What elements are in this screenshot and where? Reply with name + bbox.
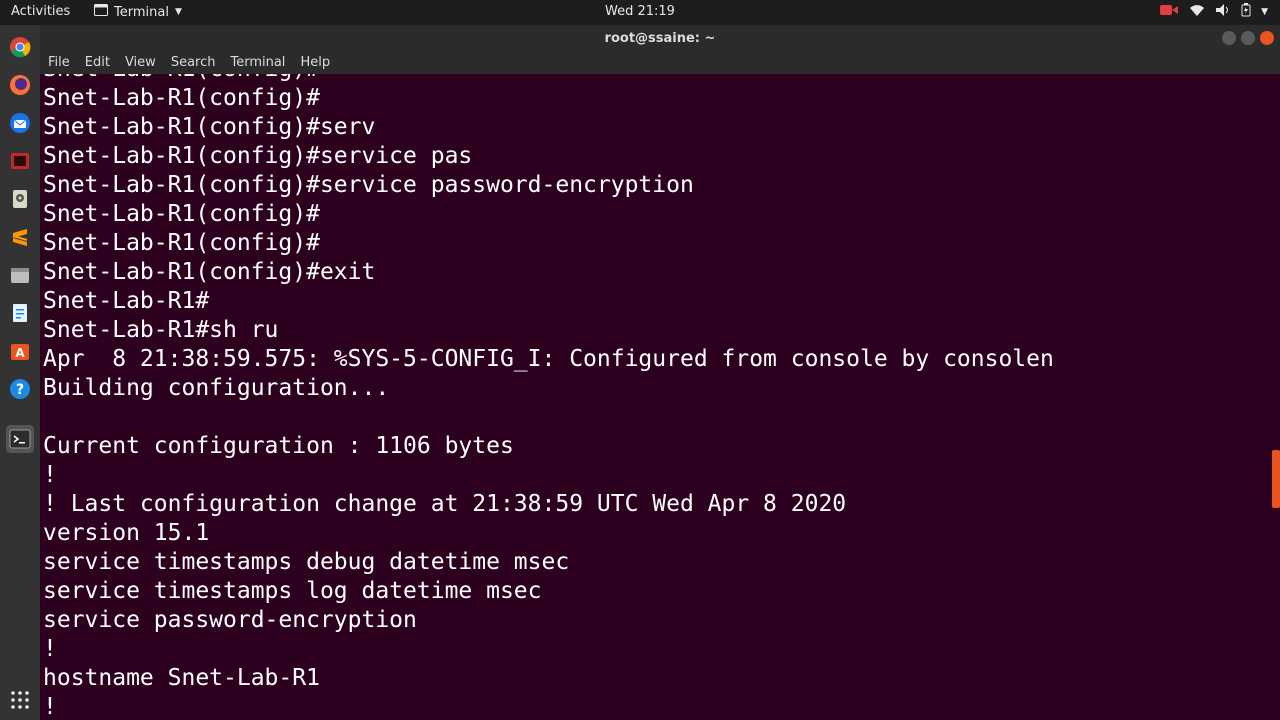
terminal-line: Building configuration... bbox=[43, 375, 390, 401]
scrollbar-thumb[interactable] bbox=[1272, 450, 1280, 508]
activities-button[interactable]: Activities bbox=[11, 4, 70, 19]
app-menu-label: Terminal bbox=[114, 4, 169, 20]
files-icon[interactable] bbox=[6, 261, 34, 289]
text-editor-icon[interactable] bbox=[6, 299, 34, 327]
terminal-icon[interactable] bbox=[6, 425, 34, 453]
software-center-icon[interactable]: A bbox=[6, 337, 34, 365]
terminal-line: Apr 8 21:38:59.575: %SYS-5-CONFIG_I: Con… bbox=[43, 346, 1054, 372]
app-menu[interactable]: Terminal ▼ bbox=[94, 4, 182, 20]
close-button[interactable] bbox=[1260, 31, 1274, 45]
record-icon[interactable] bbox=[1159, 3, 1179, 21]
show-applications-icon[interactable] bbox=[10, 690, 30, 710]
window-titlebar[interactable]: root@ssaine: ~ bbox=[40, 25, 1280, 52]
scrollbar-track[interactable] bbox=[1270, 74, 1280, 720]
caret-down-icon: ▼ bbox=[174, 7, 182, 17]
minimize-button[interactable] bbox=[1222, 31, 1236, 45]
maximize-button[interactable] bbox=[1241, 31, 1255, 45]
firefox-icon[interactable] bbox=[6, 71, 34, 99]
dock: A ? bbox=[0, 25, 40, 720]
terminal-line: Snet-Lab-R1(config)#serv bbox=[43, 114, 376, 140]
terminal-line: Snet-Lab-R1# bbox=[43, 288, 210, 314]
top-bar: Activities Terminal ▼ Wed 21:19 ▼ bbox=[0, 0, 1280, 25]
terminal-line: ! bbox=[43, 636, 57, 662]
disks-icon[interactable] bbox=[6, 185, 34, 213]
thunderbird-icon[interactable] bbox=[6, 109, 34, 137]
menu-help[interactable]: Help bbox=[292, 52, 337, 74]
sublime-icon[interactable] bbox=[6, 223, 34, 251]
terminal-line: Snet-Lab-R1(config)# bbox=[43, 85, 320, 111]
app-red-icon[interactable] bbox=[6, 147, 34, 175]
menu-search[interactable]: Search bbox=[163, 52, 223, 74]
terminal-output[interactable]: Snet-Lab-R1(config)# Snet-Lab-R1(config)… bbox=[40, 74, 1270, 720]
terminal-line: Snet-Lab-R1(config)#exit bbox=[43, 259, 376, 285]
terminal-line: version 15.1 bbox=[43, 520, 210, 546]
terminal-line: service password-encryption bbox=[43, 607, 417, 633]
terminal-line: ! bbox=[43, 694, 57, 720]
svg-text:?: ? bbox=[16, 382, 24, 398]
menu-view[interactable]: View bbox=[117, 52, 163, 74]
terminal-line: ! Last configuration change at 21:38:59 … bbox=[43, 491, 847, 517]
terminal-line: hostname Snet-Lab-R1 bbox=[43, 665, 320, 691]
terminal-line: service timestamps debug datetime msec bbox=[43, 549, 570, 575]
terminal-line: Snet-Lab-R1#sh ru bbox=[43, 317, 279, 343]
menu-terminal[interactable]: Terminal bbox=[222, 52, 292, 74]
system-tray[interactable]: ▼ bbox=[1159, 3, 1268, 21]
menu-file[interactable]: File bbox=[40, 52, 77, 74]
wifi-icon[interactable] bbox=[1189, 3, 1205, 21]
menu-bar: File Edit View Search Terminal Help bbox=[40, 52, 1280, 74]
terminal-line: Snet-Lab-R1(config)# bbox=[43, 74, 1054, 84]
terminal-line: Snet-Lab-R1(config)#service password-enc… bbox=[43, 172, 694, 198]
chrome-icon[interactable] bbox=[6, 33, 34, 61]
terminal-line: Snet-Lab-R1(config)# bbox=[43, 201, 320, 227]
terminal-line: Snet-Lab-R1(config)# bbox=[43, 230, 320, 256]
window-title: root@ssaine: ~ bbox=[604, 31, 716, 46]
terminal-small-icon bbox=[94, 4, 108, 20]
battery-icon[interactable] bbox=[1241, 3, 1251, 21]
menu-edit[interactable]: Edit bbox=[77, 52, 117, 74]
volume-icon[interactable] bbox=[1215, 3, 1231, 21]
terminal-line: service timestamps log datetime msec bbox=[43, 578, 542, 604]
terminal-line: Snet-Lab-R1(config)#service pas bbox=[43, 143, 473, 169]
terminal-line: ! bbox=[43, 462, 57, 488]
system-menu-caret-icon[interactable]: ▼ bbox=[1261, 7, 1268, 17]
svg-text:A: A bbox=[15, 346, 25, 360]
terminal-line: Current configuration : 1106 bytes bbox=[43, 433, 514, 459]
help-icon[interactable]: ? bbox=[6, 375, 34, 403]
clock[interactable]: Wed 21:19 bbox=[605, 4, 675, 19]
